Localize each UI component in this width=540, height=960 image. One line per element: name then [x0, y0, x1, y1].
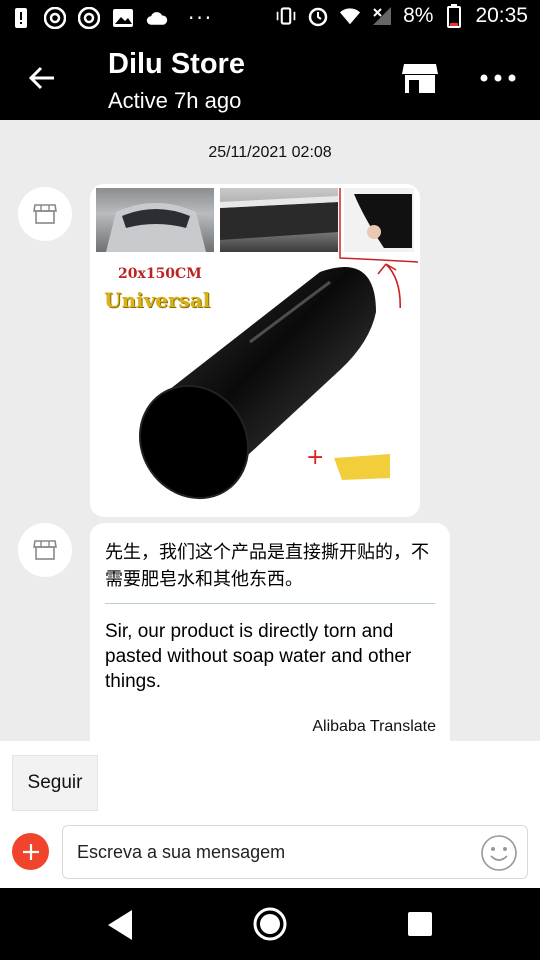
- battery-percent: 8%: [403, 4, 434, 27]
- product-image-message[interactable]: 20x150CM Universal +: [90, 184, 420, 517]
- active-status: Active 7h ago: [108, 88, 242, 113]
- follow-button[interactable]: Seguir: [12, 755, 98, 811]
- store-icon: [402, 64, 438, 93]
- store-avatar-icon: [33, 540, 57, 560]
- notification-overflow: ···: [188, 6, 214, 30]
- plus-icon: [22, 843, 39, 860]
- chrome-icon: [78, 7, 100, 29]
- translation-divider: [105, 603, 435, 604]
- film-roll-illustration: +: [138, 267, 390, 500]
- smiley-icon: [481, 835, 517, 871]
- gallery-icon: [112, 7, 134, 29]
- chat-messages[interactable]: 25/11/2021 02:08 20x150CM Universal + 先生…: [0, 120, 540, 741]
- store-avatar-icon: [33, 204, 57, 224]
- message-translated-text: Sir, our product is directly torn and pa…: [105, 621, 412, 692]
- store-button[interactable]: [398, 58, 442, 98]
- svg-text:+: +: [306, 445, 324, 470]
- alarm-icon: [307, 5, 329, 27]
- add-attachment-button[interactable]: [12, 833, 49, 870]
- store-name: Dilu Store: [108, 48, 245, 80]
- nav-back-icon[interactable]: [104, 908, 138, 942]
- message-input-placeholder: Escreva a sua mensagem: [77, 842, 286, 862]
- seller-avatar[interactable]: [18, 523, 72, 577]
- arrow-left-icon: [28, 66, 54, 90]
- emoji-button[interactable]: [479, 833, 519, 873]
- car-window-photo: [220, 188, 338, 252]
- message-input[interactable]: Escreva a sua mensagem: [62, 825, 528, 879]
- car-front-photo: [96, 188, 214, 252]
- chat-header: Dilu Store Active 7h ago: [0, 36, 540, 120]
- cloud-icon: [146, 7, 168, 29]
- signal-icon: [371, 5, 393, 27]
- more-options-button[interactable]: [476, 58, 520, 98]
- battery-icon: [443, 4, 465, 28]
- vibrate-icon: [275, 5, 297, 27]
- back-button[interactable]: [20, 58, 64, 98]
- text-message[interactable]: 先生，我们这个产品是直接撕开贴的，不需要肥皂水和其他东西。 Sir, our p…: [90, 523, 450, 741]
- wifi-icon: [339, 5, 361, 27]
- nav-recents-icon[interactable]: [404, 908, 436, 940]
- message-timestamp: 25/11/2021 02:08: [208, 144, 332, 161]
- seller-avatar[interactable]: [18, 187, 72, 241]
- status-bar: ··· 8% 20:35: [0, 0, 540, 36]
- chrome-icon: [44, 7, 66, 29]
- more-dots-icon: [480, 74, 516, 82]
- message-original-text: 先生，我们这个产品是直接撕开贴的，不需要肥皂水和其他东西。: [105, 542, 429, 590]
- system-nav-bar: [0, 888, 540, 960]
- compose-area: Seguir Escreva a sua mensagem: [0, 741, 540, 888]
- alert-icon: [10, 7, 32, 29]
- translator-label: Alibaba Translate: [312, 718, 436, 735]
- nav-home-icon[interactable]: [252, 906, 288, 942]
- clock: 20:35: [475, 4, 528, 27]
